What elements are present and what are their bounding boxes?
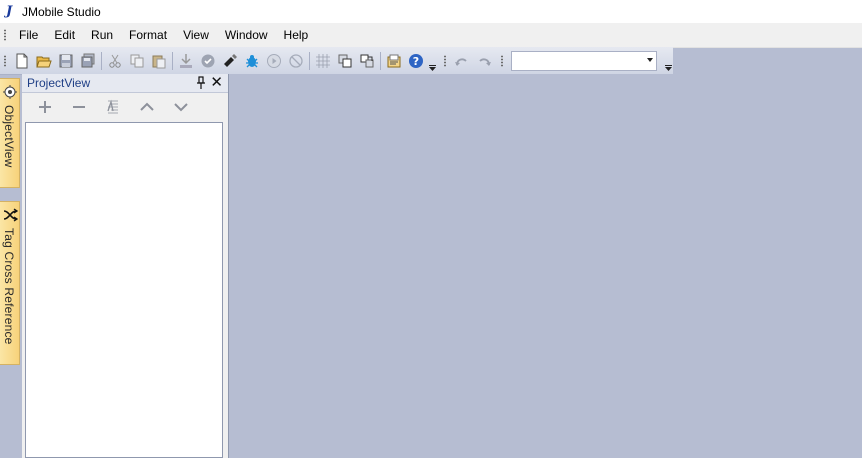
redo-button[interactable] — [473, 50, 495, 72]
send-back-button[interactable] — [356, 50, 378, 72]
screen-select-combo[interactable] — [511, 50, 657, 71]
main-toolbar: ? — [0, 47, 673, 75]
panel-toolbar — [22, 93, 228, 121]
menu-run[interactable]: Run — [83, 25, 121, 45]
help-button[interactable]: ? — [405, 50, 427, 72]
panel-header: ProjectView ✕ — [22, 74, 228, 93]
menubar-grip-icon[interactable] — [4, 29, 6, 41]
cut-button[interactable] — [104, 50, 126, 72]
stop-button[interactable] — [285, 50, 307, 72]
grid-icon — [316, 53, 330, 68]
save-all-icon — [81, 53, 95, 67]
toolbar-separator — [380, 51, 381, 70]
chevron-down-icon — [428, 65, 436, 71]
move-down-button[interactable] — [164, 95, 198, 119]
run-icon — [267, 53, 281, 68]
menu-file[interactable]: File — [11, 25, 46, 45]
validate-button[interactable] — [197, 50, 219, 72]
chevron-down-icon — [664, 65, 672, 71]
undo-icon — [455, 57, 467, 66]
bring-front-button[interactable] — [334, 50, 356, 72]
new-file-button[interactable] — [11, 50, 33, 72]
side-tab-label: ObjectView — [2, 105, 16, 168]
toolbar-group-history — [440, 47, 495, 74]
toolbar-separator — [172, 51, 173, 70]
bring-front-icon — [338, 54, 352, 67]
redo-icon — [479, 57, 491, 66]
move-up-button[interactable] — [130, 95, 164, 119]
debug-bug-icon — [246, 54, 258, 67]
copy-icon — [130, 54, 144, 67]
menu-bar: File Edit Run Format View Window Help — [0, 23, 862, 48]
download-icon — [180, 53, 192, 68]
help-icon: ? — [409, 53, 423, 68]
project-view-panel: ProjectView ✕ — [22, 74, 229, 458]
toolbar-overflow-button[interactable] — [427, 47, 437, 74]
toolbar-group-combo — [497, 47, 673, 74]
usb-key-button[interactable] — [219, 50, 241, 72]
toolbar-grip-icon[interactable] — [4, 54, 6, 67]
stop-icon — [289, 53, 303, 68]
menu-view[interactable]: View — [175, 25, 217, 45]
cross-reference-icon — [3, 208, 18, 222]
properties-button[interactable] — [383, 50, 405, 72]
cut-icon — [109, 54, 121, 68]
move-down-icon — [174, 103, 188, 112]
toolbar-separator — [309, 51, 310, 70]
paste-button[interactable] — [148, 50, 170, 72]
chevron-down-icon — [647, 57, 653, 62]
grid-button[interactable] — [312, 50, 334, 72]
new-file-icon — [16, 53, 28, 68]
add-item-button[interactable] — [28, 95, 62, 119]
download-button[interactable] — [175, 50, 197, 72]
toolbar-grip-icon[interactable] — [444, 54, 446, 67]
menu-edit[interactable]: Edit — [46, 25, 83, 45]
side-tab-tag-cross-reference[interactable]: Tag Cross Reference — [0, 201, 20, 365]
menu-window[interactable]: Window — [217, 25, 276, 45]
remove-icon — [73, 106, 85, 108]
menu-format[interactable]: Format — [121, 25, 175, 45]
open-button[interactable] — [33, 50, 55, 72]
title-bar: J JMobile Studio — [0, 0, 862, 23]
copy-button[interactable] — [126, 50, 148, 72]
validate-icon — [201, 54, 215, 67]
save-button[interactable] — [55, 50, 77, 72]
paste-icon — [152, 55, 166, 68]
side-tab-label: Tag Cross Reference — [2, 228, 16, 345]
send-back-icon — [360, 54, 374, 67]
toolbar-grip-icon[interactable] — [501, 54, 503, 67]
remove-item-button[interactable] — [62, 95, 96, 119]
toolbar-group-main: ? — [0, 47, 437, 74]
open-folder-icon — [36, 56, 52, 67]
project-tree[interactable] — [25, 122, 223, 458]
save-all-button[interactable] — [77, 50, 99, 72]
toolbar-separator — [101, 51, 102, 70]
panel-title: ProjectView — [27, 76, 91, 90]
add-icon — [39, 101, 51, 113]
side-tab-strip: ObjectView Tag Cross Reference — [0, 75, 21, 458]
undo-button[interactable] — [451, 50, 473, 72]
pin-icon[interactable] — [196, 76, 206, 90]
properties-icon — [387, 54, 401, 67]
debug-button[interactable] — [241, 50, 263, 72]
save-icon — [59, 54, 73, 67]
rename-item-button[interactable] — [96, 95, 130, 119]
menu-help[interactable]: Help — [276, 25, 317, 45]
side-tab-objectview[interactable]: ObjectView — [0, 78, 20, 188]
svg-text:?: ? — [413, 55, 419, 68]
window-title: JMobile Studio — [22, 4, 101, 19]
object-view-icon — [3, 85, 17, 99]
workspace-area[interactable] — [229, 74, 862, 458]
app-logo-icon: J — [6, 4, 13, 19]
usb-key-icon — [224, 53, 237, 67]
run-button[interactable] — [263, 50, 285, 72]
toolbar-overflow-button[interactable] — [663, 47, 673, 74]
move-up-icon — [140, 102, 154, 111]
close-icon[interactable]: ✕ — [210, 75, 223, 90]
rename-icon — [107, 99, 118, 114]
